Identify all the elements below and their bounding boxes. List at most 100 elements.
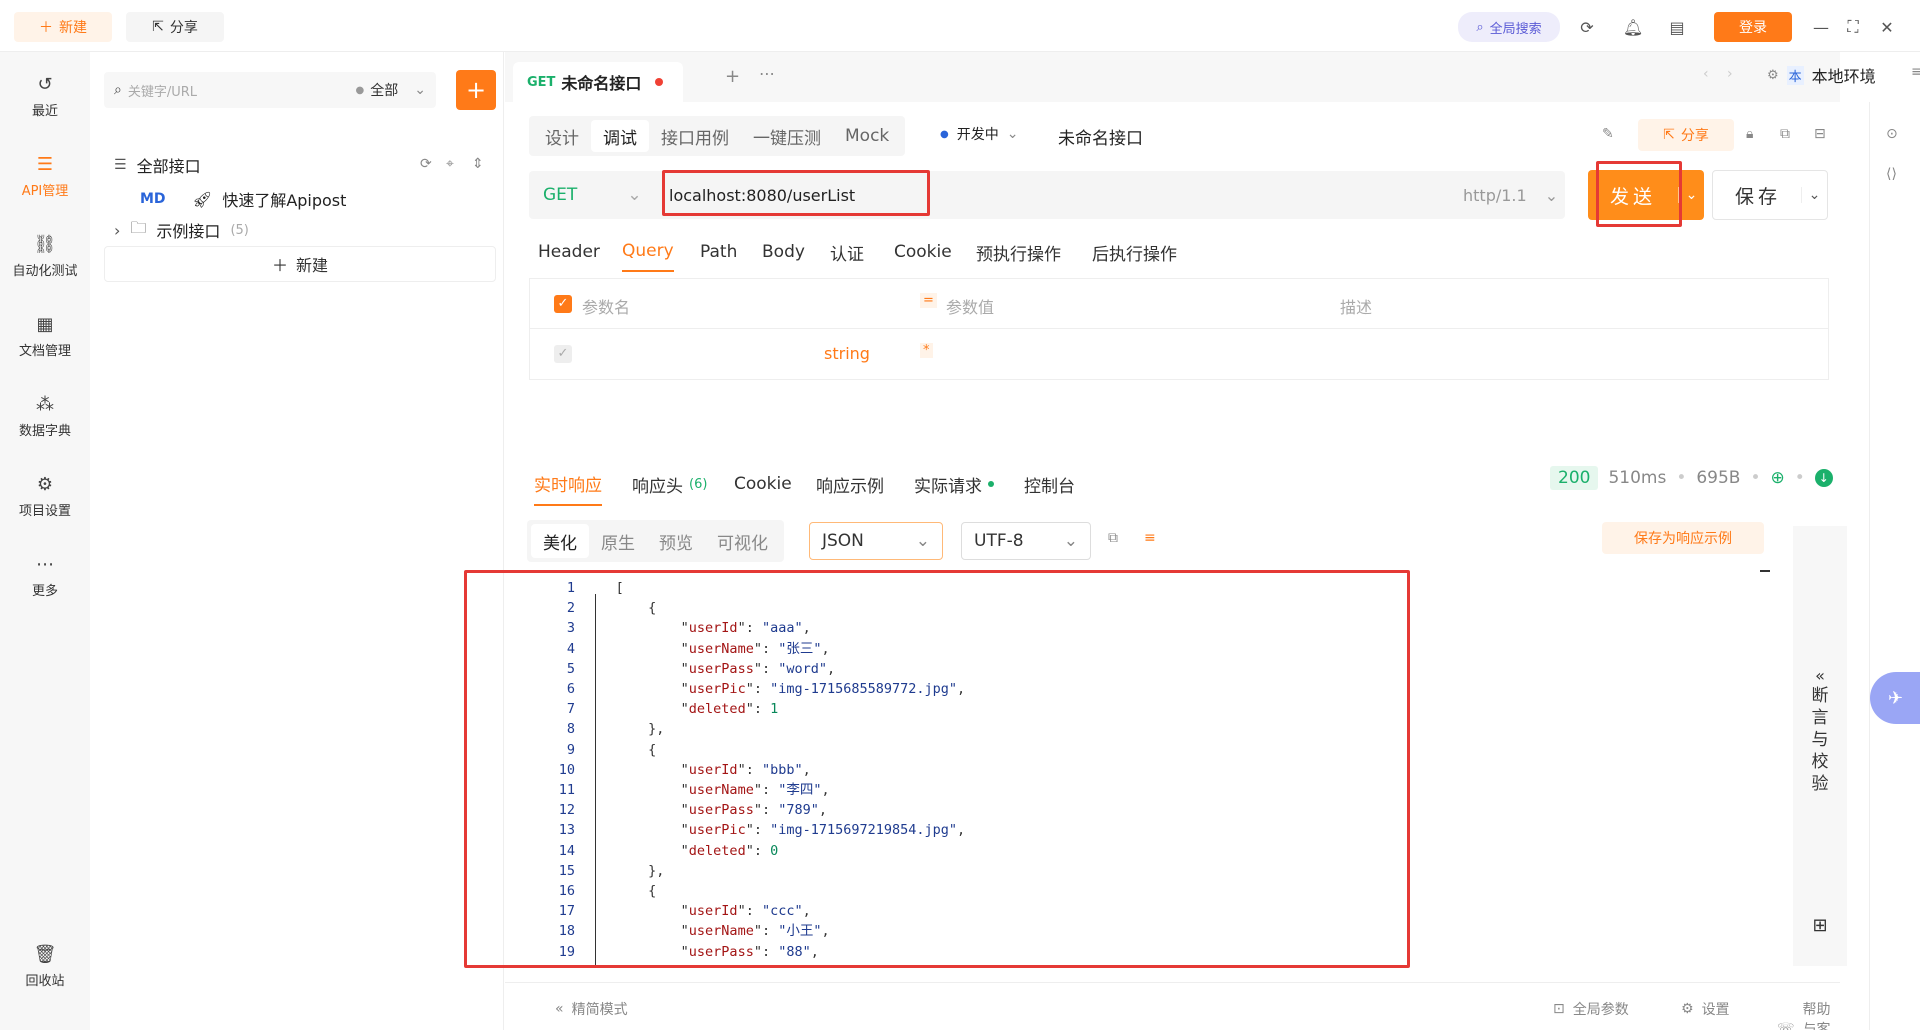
scope-select[interactable]: ● 全部 ⌄	[356, 80, 426, 100]
help-button[interactable]: ☏ 帮助与客服	[1777, 999, 1840, 1030]
tab-auth[interactable]: 认证	[830, 232, 864, 272]
tab-visualize[interactable]: 可视化	[705, 524, 780, 558]
download-icon[interactable]: ↓	[1814, 469, 1833, 487]
encoding-select[interactable]: UTF-8 ⌄	[961, 522, 1091, 560]
tab-header[interactable]: Header	[538, 232, 600, 272]
more-tabs-icon[interactable]: ⋯	[759, 64, 775, 83]
archive-icon[interactable]: ⊟	[1814, 126, 1826, 142]
add-api-button[interactable]: +	[456, 70, 496, 110]
http-version-select[interactable]: http/1.1 ⌄	[1463, 171, 1558, 219]
tab-post-script[interactable]: 后执行操作	[1092, 232, 1177, 272]
rail-item-more[interactable]: ⋯ 更多	[0, 542, 90, 612]
tab-design[interactable]: 设计	[533, 120, 591, 152]
login-button[interactable]: 登录	[1714, 12, 1792, 42]
json-key: userId	[688, 903, 738, 920]
rail-item-automation[interactable]: ⛓ 自动化测试	[0, 222, 90, 292]
maximize-icon[interactable]: ⛶	[1840, 14, 1866, 40]
tab-untitled-api[interactable]: GET 未命名接口	[513, 62, 683, 102]
check-circle-icon[interactable]: ⊙	[1886, 126, 1898, 142]
select-all-checkbox[interactable]: ✓	[554, 295, 572, 313]
rail-item-docs[interactable]: ▦ 文档管理	[0, 302, 90, 372]
chevron-down-icon: ⌄	[1801, 187, 1827, 203]
method-select[interactable]: GET ⌄	[529, 171, 655, 219]
copy-icon[interactable]: ⧉	[1780, 126, 1790, 142]
tree-all-apis[interactable]: ☰ 全部接口	[114, 150, 201, 180]
tab-console[interactable]: 控制台	[1024, 462, 1075, 506]
tab-pre-script[interactable]: 预执行操作	[976, 232, 1061, 272]
layout-icon[interactable]: ⊞	[1812, 915, 1827, 936]
code-icon[interactable]: ⟨⟩	[1886, 166, 1897, 182]
section-divider[interactable]	[505, 430, 1840, 440]
tab-preview[interactable]: 预览	[647, 524, 705, 558]
tab-raw[interactable]: 原生	[589, 524, 647, 558]
share-button[interactable]: ⇱ 分享	[126, 12, 224, 42]
rail-item-recent[interactable]: ↺ 最近	[0, 62, 90, 132]
format-select[interactable]: JSON ⌄	[809, 522, 943, 560]
code-line: 11 "userName": "李四",	[474, 780, 830, 800]
tree-item-quickstart[interactable]: MD 🚀︎ 快速了解Apipost	[140, 184, 346, 214]
tab-body[interactable]: Body	[762, 232, 805, 272]
tab-prev-icon[interactable]: ‹	[1703, 66, 1709, 82]
required-mark[interactable]: *	[920, 343, 933, 358]
tab-response-cookie[interactable]: Cookie	[734, 462, 792, 506]
tab-cases[interactable]: 接口用例	[649, 120, 741, 152]
notes-icon[interactable]: ▤	[1664, 14, 1690, 40]
tab-query[interactable]: Query	[622, 232, 674, 272]
assistant-icon[interactable]: ✈	[1870, 672, 1920, 724]
tab-response-example[interactable]: 响应示例	[816, 462, 884, 506]
env-menu-icon[interactable]: ≡	[1911, 64, 1920, 80]
edit-icon[interactable]: ✎	[1602, 126, 1614, 142]
tab-path[interactable]: Path	[700, 232, 737, 272]
rail-item-api[interactable]: ☰ API管理	[0, 142, 90, 212]
save-as-example-button[interactable]: 保存为响应示例	[1602, 522, 1764, 554]
scrollbar-thumb[interactable]	[1760, 570, 1770, 572]
tab-debug[interactable]: 调试	[591, 120, 649, 152]
tab-next-icon[interactable]: ›	[1727, 66, 1733, 82]
settings-button[interactable]: ⚙ 设置	[1681, 999, 1730, 1019]
response-body-editor[interactable]: 1 [2 {3 "userId": "aaa", 4 "userName": "张…	[474, 578, 1774, 966]
assertion-panel[interactable]: « 断 言 与 校 验 ⊞	[1793, 526, 1847, 966]
copy-icon[interactable]: ⧉	[1108, 530, 1118, 546]
locate-icon[interactable]: ⌖	[446, 156, 454, 172]
rail-item-project-settings[interactable]: ⚙ 项目设置	[0, 462, 90, 532]
add-tab-icon[interactable]: +	[725, 66, 740, 87]
url-input[interactable]: localhost:8080/userList	[669, 171, 1229, 219]
tab-live-response[interactable]: 实时响应	[534, 462, 602, 506]
tab-mock[interactable]: Mock	[833, 120, 901, 152]
globe-icon[interactable]: ⊕	[1771, 468, 1785, 488]
param-type[interactable]: string	[824, 344, 870, 363]
tab-cookie[interactable]: Cookie	[894, 232, 952, 272]
tab-actual-request[interactable]: 实际请求	[914, 462, 994, 506]
send-label: 发送	[1610, 185, 1657, 208]
env-select[interactable]: ⚙ 本 本地环境	[1767, 60, 1897, 90]
global-params-button[interactable]: ⊡ 全局参数	[1553, 999, 1629, 1019]
minimize-icon[interactable]: —	[1808, 14, 1834, 40]
rail-item-trash[interactable]: 🗑︎ 回收站	[0, 932, 90, 1002]
bell-icon[interactable]: 🔔︎	[1620, 14, 1646, 40]
tree-new-button[interactable]: ＋ 新建	[104, 246, 496, 282]
tab-response-headers[interactable]: 响应头 (6)	[632, 462, 707, 506]
collapse-icon[interactable]: ⇕	[472, 156, 484, 172]
compact-mode-toggle[interactable]: « 精简模式	[555, 999, 628, 1019]
tab-beautify[interactable]: 美化	[531, 524, 589, 558]
refresh-icon[interactable]: ⟳	[420, 156, 432, 172]
global-search-button[interactable]: ⌕ 全局搜索	[1458, 12, 1560, 42]
row-checkbox[interactable]: ✓	[554, 345, 572, 363]
send-button[interactable]: 发送 ⌄	[1588, 170, 1704, 220]
sync-icon[interactable]: ⟳	[1574, 14, 1600, 40]
close-icon[interactable]: ✕	[1874, 14, 1900, 40]
bulk-edit-icon[interactable]: =	[920, 293, 937, 308]
lock-icon[interactable]: 🔒︎	[1746, 126, 1753, 142]
api-name[interactable]: 未命名接口	[1058, 124, 1143, 149]
tab-stress[interactable]: 一键压测	[741, 120, 833, 152]
rail-item-dictionary[interactable]: ⁂ 数据字典	[0, 382, 90, 452]
tree-folder-examples[interactable]: › 🗀︎ 示例接口 (5)	[114, 215, 249, 245]
tree-search-input[interactable]: ⌕ 关键字/URL ● 全部 ⌄	[104, 72, 436, 108]
json-value: 1	[770, 701, 779, 718]
new-button[interactable]: ＋ 新建	[14, 12, 112, 42]
save-button[interactable]: 保存 ⌄	[1712, 170, 1828, 220]
wrap-icon[interactable]: ≡	[1144, 530, 1156, 546]
chevron-right-icon: ›	[114, 220, 121, 240]
api-share-button[interactable]: ⇱ 分享	[1638, 119, 1734, 151]
status-select[interactable]: ● 开发中 ⌄	[940, 124, 1018, 144]
